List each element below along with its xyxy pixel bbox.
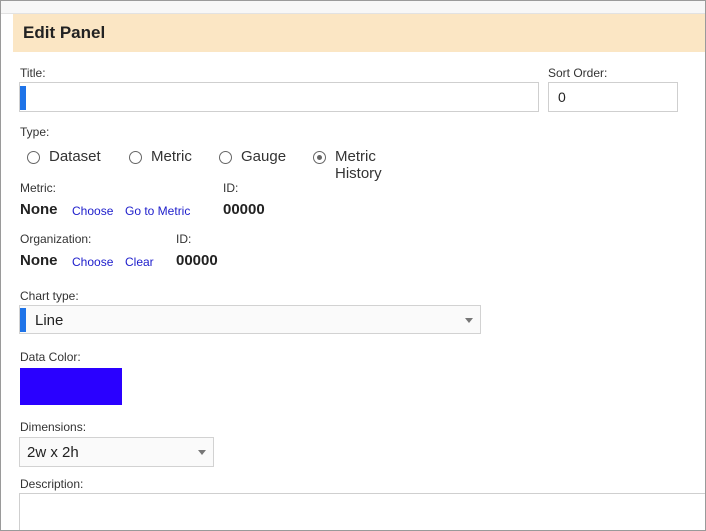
- chart-type-select[interactable]: Line: [19, 305, 481, 334]
- chevron-down-icon: [198, 450, 206, 455]
- type-label: Type:: [20, 125, 50, 139]
- metric-id-label: ID:: [223, 181, 239, 195]
- radio-gauge[interactable]: [219, 151, 232, 164]
- organization-choose-link[interactable]: Choose: [72, 255, 113, 269]
- radio-metric-label[interactable]: Metric: [151, 148, 192, 165]
- title-label: Title:: [20, 66, 46, 80]
- background-strip: [1, 1, 705, 14]
- radio-metric[interactable]: [129, 151, 142, 164]
- organization-label: Organization:: [20, 232, 92, 246]
- sort-order-value: 0: [558, 89, 566, 105]
- radio-gauge-label[interactable]: Gauge: [241, 148, 286, 165]
- organization-id-label: ID:: [176, 232, 192, 246]
- dimensions-select[interactable]: 2w x 2h: [19, 437, 214, 467]
- metric-label: Metric:: [20, 181, 56, 195]
- focus-indicator: [20, 86, 26, 110]
- radio-dataset[interactable]: [27, 151, 40, 164]
- title-input[interactable]: [19, 82, 539, 112]
- organization-id-value: 00000: [176, 252, 218, 269]
- panel-title: Edit Panel: [23, 23, 106, 42]
- panel-header: Edit Panel: [13, 14, 705, 52]
- metric-id-value: 00000: [223, 201, 265, 218]
- edit-panel-dialog: Edit Panel Title: Sort Order: 0 Type: Da…: [0, 0, 706, 531]
- organization-value: None: [20, 252, 58, 269]
- dimensions-value: 2w x 2h: [27, 444, 79, 461]
- radio-metric-history-label[interactable]: Metric History: [335, 148, 382, 182]
- chevron-down-icon: [465, 318, 473, 323]
- data-color-swatch[interactable]: [20, 368, 122, 405]
- metric-choose-link[interactable]: Choose: [72, 204, 113, 218]
- data-color-label: Data Color:: [20, 350, 81, 364]
- description-label: Description:: [20, 477, 84, 491]
- sort-order-label: Sort Order:: [548, 66, 608, 80]
- radio-metric-history[interactable]: [313, 151, 326, 164]
- description-textarea[interactable]: [19, 493, 705, 530]
- metric-value: None: [20, 201, 58, 218]
- dimensions-label: Dimensions:: [20, 420, 87, 434]
- organization-clear-link[interactable]: Clear: [125, 255, 154, 269]
- go-to-metric-link[interactable]: Go to Metric: [125, 204, 190, 218]
- chart-type-label: Chart type:: [20, 289, 79, 303]
- radio-dataset-label[interactable]: Dataset: [49, 148, 101, 165]
- sort-order-input[interactable]: 0: [548, 82, 678, 112]
- chart-type-focus-indicator: [20, 308, 26, 332]
- chart-type-value: Line: [35, 312, 64, 329]
